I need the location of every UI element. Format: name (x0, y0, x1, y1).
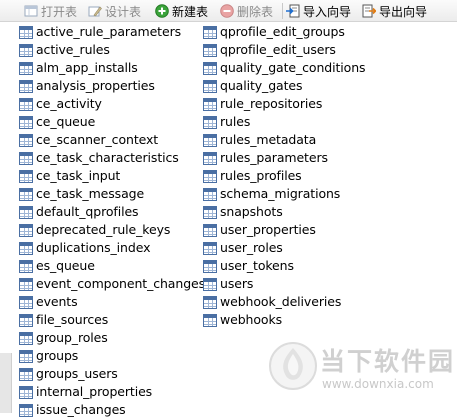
table-icon (19, 223, 33, 237)
table-icon (203, 133, 217, 147)
table-item[interactable]: active_rule_parameters (19, 23, 205, 41)
table-icon (203, 79, 217, 93)
table-item[interactable]: file_sources (19, 311, 205, 329)
table-item[interactable]: qprofile_edit_users (203, 41, 365, 59)
table-icon (19, 169, 33, 183)
table-item[interactable]: quality_gates (203, 77, 365, 95)
table-icon (19, 367, 33, 381)
table-item[interactable]: groups_users (19, 365, 205, 383)
table-item[interactable]: issue_changes (19, 401, 205, 419)
table-item[interactable]: user_properties (203, 221, 365, 239)
table-icon (19, 205, 33, 219)
toolbar-separator (282, 3, 283, 19)
table-icon (203, 25, 217, 39)
toolbar: 打开表 设计表 新建表 删除表 导入向导 导出向导 (0, 0, 457, 22)
table-icon (19, 187, 33, 201)
table-icon (19, 61, 33, 75)
import-wizard-button[interactable]: 导入向导 (286, 2, 351, 20)
left-panel-scrollbar[interactable] (0, 353, 12, 413)
table-item[interactable]: users (203, 275, 365, 293)
table-item[interactable]: ce_task_input (19, 167, 205, 185)
table-item[interactable]: rules (203, 113, 365, 131)
table-item[interactable]: user_roles (203, 239, 365, 257)
export-icon (362, 4, 377, 18)
table-item[interactable]: ce_scanner_context (19, 131, 205, 149)
table-icon (19, 295, 33, 309)
table-item[interactable]: active_rules (19, 41, 205, 59)
table-icon (203, 223, 217, 237)
table-icon (19, 115, 33, 129)
table-icon (203, 169, 217, 183)
table-item[interactable]: ce_task_characteristics (19, 149, 205, 167)
table-icon (19, 259, 33, 273)
table-item[interactable]: events (19, 293, 205, 311)
table-icon (19, 277, 33, 291)
table-icon (19, 313, 33, 327)
add-icon (155, 4, 169, 18)
table-item[interactable]: event_component_changes (19, 275, 205, 293)
table-item[interactable]: groups (19, 347, 205, 365)
table-icon (19, 97, 33, 111)
table-item[interactable]: webhooks (203, 311, 365, 329)
watermark-title: 当下软件园 (320, 347, 456, 376)
table-item[interactable]: qprofile_edit_groups (203, 23, 365, 41)
table-item[interactable]: snapshots (203, 203, 365, 221)
table-icon (203, 61, 217, 75)
table-icon (19, 79, 33, 93)
table-icon (19, 403, 33, 417)
watermark: 当下软件园 www.downxia.com (268, 336, 457, 398)
table-icon (19, 241, 33, 255)
table-icon (19, 331, 33, 345)
table-icon (203, 259, 217, 273)
new-table-button[interactable]: 新建表 (155, 2, 208, 20)
table-icon (203, 277, 217, 291)
table-icon (19, 43, 33, 57)
design-table-button[interactable]: 设计表 (88, 2, 141, 20)
open-table-icon (24, 4, 38, 18)
table-icon (19, 385, 33, 399)
table-item[interactable]: rules_metadata (203, 131, 365, 149)
table-item[interactable]: internal_properties (19, 383, 205, 401)
table-item[interactable]: default_qprofiles (19, 203, 205, 221)
table-item[interactable]: ce_queue (19, 113, 205, 131)
table-item[interactable]: rules_parameters (203, 149, 365, 167)
table-icon (203, 151, 217, 165)
watermark-url: www.downxia.com (322, 377, 434, 391)
table-list-column-2: qprofile_edit_groups qprofile_edit_users… (203, 23, 366, 329)
table-icon (19, 133, 33, 147)
table-item[interactable]: rule_repositories (203, 95, 365, 113)
table-icon (203, 43, 217, 57)
table-item[interactable]: analysis_properties (19, 77, 205, 95)
table-icon (203, 313, 217, 327)
table-item[interactable]: quality_gate_conditions (203, 59, 366, 77)
table-icon (203, 187, 217, 201)
table-item[interactable]: ce_activity (19, 95, 205, 113)
table-icon (203, 295, 217, 309)
table-icon (203, 205, 217, 219)
table-item[interactable]: user_tokens (203, 257, 365, 275)
delete-table-button[interactable]: 删除表 (220, 2, 273, 20)
import-icon (286, 4, 300, 18)
table-item[interactable]: rules_profiles (203, 167, 365, 185)
table-icon (19, 349, 33, 363)
table-item[interactable]: duplications_index (19, 239, 205, 257)
table-icon (19, 25, 33, 39)
table-icon (203, 115, 217, 129)
table-item[interactable]: group_roles (19, 329, 205, 347)
table-icon (203, 241, 217, 255)
table-item[interactable]: alm_app_installs (19, 59, 205, 77)
downxia-logo-icon (269, 342, 317, 390)
table-item[interactable]: deprecated_rule_keys (19, 221, 205, 239)
remove-icon (220, 4, 234, 18)
design-table-icon (88, 4, 102, 18)
open-table-button[interactable]: 打开表 (24, 2, 77, 20)
table-item[interactable]: schema_migrations (203, 185, 365, 203)
table-item[interactable]: ce_task_message (19, 185, 205, 203)
table-item[interactable]: es_queue (19, 257, 205, 275)
table-list-column-1: active_rule_parameters active_rules alm_… (19, 23, 205, 419)
table-icon (203, 97, 217, 111)
table-icon (19, 151, 33, 165)
export-wizard-button[interactable]: 导出向导 (362, 2, 427, 20)
table-item[interactable]: webhook_deliveries (203, 293, 365, 311)
